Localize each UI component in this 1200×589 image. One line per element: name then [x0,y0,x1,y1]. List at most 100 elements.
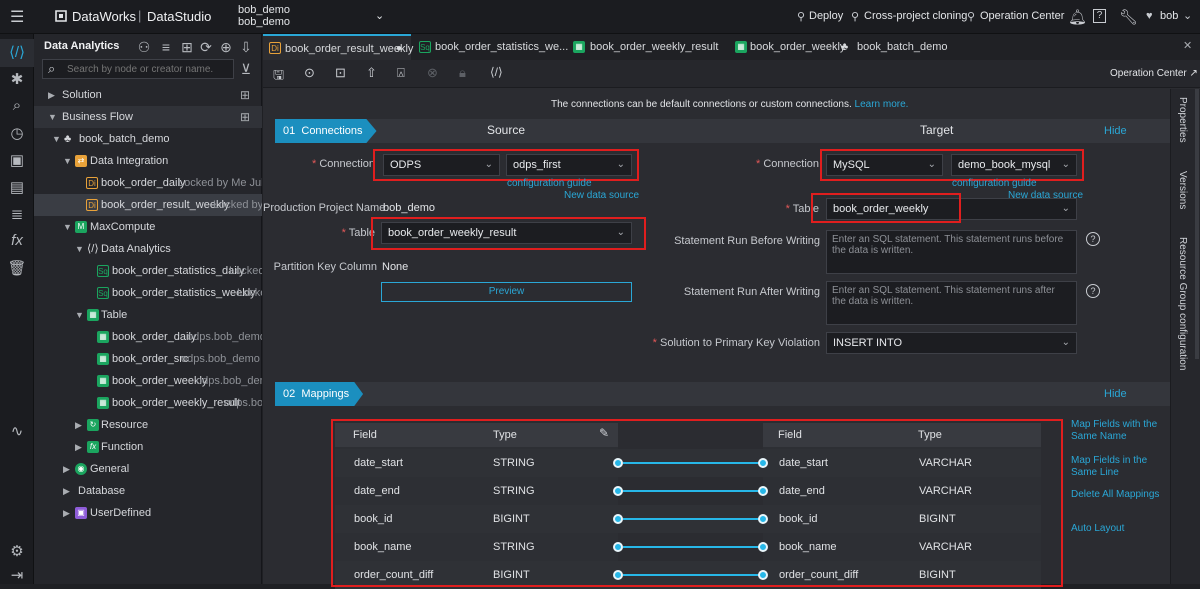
sidebar-item-book-batch-demo[interactable]: ▼ ♣ book_batch_demo [34,128,262,150]
operation-center-link[interactable]: Operation Center ↗ [1110,68,1198,79]
sidebar-item-solution[interactable]: ▶ Solution ⊞ [34,84,262,106]
filter-icon[interactable]: ⊻ [238,61,254,77]
list-icon[interactable]: ≣ [0,205,34,223]
tabs-overflow-icon[interactable]: ✕ [1183,39,1192,52]
versions-tab[interactable]: Versions [1177,171,1188,209]
partition-key-label: Partition Key Column [273,261,377,273]
grid-icon[interactable]: ⊞ [240,84,250,106]
resource-group-tab[interactable]: Resource Group configuration [1177,237,1188,370]
wrench-icon[interactable]: 🔧︎ [1119,8,1138,26]
sql-node-icon: Sq [97,287,109,299]
sidebar-item-data-integration[interactable]: ▼ ⇄ Data Integration [34,150,262,172]
chevron-right-icon: ▶ [63,486,70,496]
deploy-link[interactable]: Deploy [809,10,843,22]
table-project: odps.bob_demo [181,353,260,365]
tab-book-order-statistics-weekly[interactable]: Sq book_order_statistics_we... [415,34,568,60]
post-statement-input[interactable]: Enter an SQL statement. This statement r… [826,281,1077,325]
target-table-label: * Table [785,203,819,215]
sidebar-item-label: Solution [62,89,102,101]
source-new-data-source-link[interactable]: New data source [564,190,639,201]
sidebar-item-resource[interactable]: ▶ ↻ Resource [34,414,262,436]
sidebar: Data Analytics ⚇ ≡ ⊞ ⟳ ⊕ ⇩ ⌕ ⊻ ▶ Solutio… [34,34,262,584]
grid-icon[interactable]: ⊞ [240,106,250,128]
workflow-icon: ♣ [64,133,72,145]
sidebar-item-data-analytics[interactable]: ▼ ⟨/⟩ Data Analytics [34,238,262,260]
sidebar-item-book-order-result-weekly[interactable]: Di book_order_result_weekly Locked by Me [34,194,262,216]
new-file-icon[interactable]: ⊞ [179,39,195,55]
help-icon[interactable]: ? [1093,9,1106,23]
bell-icon[interactable]: 🔔︎ [1068,8,1087,26]
clock-icon[interactable]: ◷ [0,124,34,142]
pulse-icon[interactable]: ∿ [0,422,34,440]
workspace-selector[interactable]: bob_demo bob_demo [238,4,290,28]
map-same-name-link[interactable]: Map Fields with the Same Name [1071,419,1167,443]
search-box[interactable]: ⌕ [42,59,234,79]
sidebar-item-book-order-statistics-weekly[interactable]: Sq book_order_statistics_weekly Locked [34,282,262,304]
person-icon[interactable]: ⚇ [136,39,152,55]
sidebar-item-table[interactable]: ▼ ▦ Table [34,304,262,326]
chevron-right-icon: ▶ [48,90,55,100]
help-circle-icon[interactable]: ? [1086,284,1100,298]
hide-mappings-link[interactable]: Hide [1104,388,1127,400]
cross-project-cloning-link[interactable]: Cross-project cloning [864,10,967,22]
properties-tab[interactable]: Properties [1177,97,1188,143]
save-icon[interactable]: 🖫︎ [273,66,284,88]
sidebar-item-function[interactable]: ▶ fx Function [34,436,262,458]
user-name[interactable]: bob [1160,10,1178,22]
auto-layout-link[interactable]: Auto Layout [1071,523,1167,535]
puzzle-icon[interactable]: ✱ [0,70,34,88]
help-circle-icon[interactable]: ? [1086,232,1100,246]
import-icon[interactable]: ⇩ [238,39,254,55]
run-with-params-icon[interactable]: ⊡ [335,65,346,81]
user-chevron-down-icon[interactable]: ⌄ [1183,9,1192,22]
sidebar-item-database[interactable]: ▶ Database [34,480,262,502]
sidebar-item-table-book-order-src[interactable]: ▦ book_order_src odps.bob_demo [34,348,262,370]
refresh-icon[interactable]: ⟳ [198,39,214,55]
collapse-icon[interactable]: ⇥ [0,566,34,584]
pre-statement-input[interactable]: Enter an SQL statement. This statement r… [826,230,1077,274]
sidebar-item-maxcompute[interactable]: ▼ M MaxCompute [34,216,262,238]
code-icon[interactable]: ⟨/⟩ [0,43,34,61]
sidebar-item-table-book-order-weekly[interactable]: ▦ book_order_weekly odps.bob_demo [34,370,262,392]
tab-book-order-result-weekly[interactable]: Di book_order_result_weekly ● [263,34,413,62]
sidebar-item-book-order-daily[interactable]: Di book_order_daily Locked by Me Jul 29 [34,172,262,194]
sidebar-item-userdefined[interactable]: ▶ ▣ UserDefined [34,502,262,524]
source-config-guide-link[interactable]: configuration guide [507,178,592,189]
sidebar-item-book-order-statistics-daily[interactable]: Sq book_order_statistics_daily Locked [34,260,262,282]
sidebar-item-general[interactable]: ▶ ◉ General [34,458,262,480]
hide-connections-link[interactable]: Hide [1104,125,1127,137]
briefcase-icon[interactable]: ▣ [0,151,34,169]
function-icon[interactable]: fx [0,232,34,249]
sidebar-item-label: book_order_src [112,353,189,365]
tab-book-order-weekly[interactable]: ▦ book_order_weekly [733,34,845,60]
submit-icon[interactable]: ⇧ [366,65,377,81]
operation-center-link[interactable]: Operation Center [980,10,1064,22]
unsaved-dot-icon[interactable]: ● [396,36,402,62]
tab-book-batch-demo[interactable]: ♣ book_batch_demo [841,34,951,60]
filter-list-icon[interactable]: ≡ [158,39,174,55]
delete-all-mappings-link[interactable]: Delete All Mappings [1071,489,1167,501]
search-input[interactable] [67,62,227,76]
target-config-guide-link[interactable]: configuration guide [952,178,1037,189]
locate-icon[interactable]: ⊕ [218,39,234,55]
pk-violation-select[interactable]: INSERT INTO ⌄ [826,332,1077,354]
search-nav-icon[interactable]: ⌕ [0,97,34,114]
sidebar-item-table-book-order-daily[interactable]: ▦ book_order_daily odps.bob_demo [34,326,262,348]
run-icon[interactable]: ⊙ [304,65,315,81]
menu-icon[interactable]: ☰ [10,7,24,27]
table-icon[interactable]: ▤ [0,178,34,196]
scrollbar[interactable] [1195,89,1199,359]
learn-more-link[interactable]: Learn more. [855,99,909,110]
target-connection-highlight [820,149,1084,181]
preview-button[interactable]: Preview [381,282,632,302]
settings-icon[interactable]: ⚙ [0,542,34,560]
code-editor-icon[interactable]: ⟨/⟩ [490,65,503,79]
table-icon: ▦ [573,41,585,53]
map-same-line-link[interactable]: Map Fields in the Same Line [1071,455,1167,479]
chevron-down-icon[interactable]: ⌄ [375,9,384,22]
sidebar-item-business-flow[interactable]: ▼ Business Flow ⊞ [34,106,262,128]
deploy-icon[interactable]: ⍓ [397,65,405,81]
trash-icon[interactable]: 🗑︎ [0,259,34,277]
tab-book-order-weekly-result[interactable]: ▦ book_order_weekly_result [569,34,719,60]
sidebar-item-table-book-order-weekly-result[interactable]: ▦ book_order_weekly_result odps.bob_demo [34,392,262,414]
